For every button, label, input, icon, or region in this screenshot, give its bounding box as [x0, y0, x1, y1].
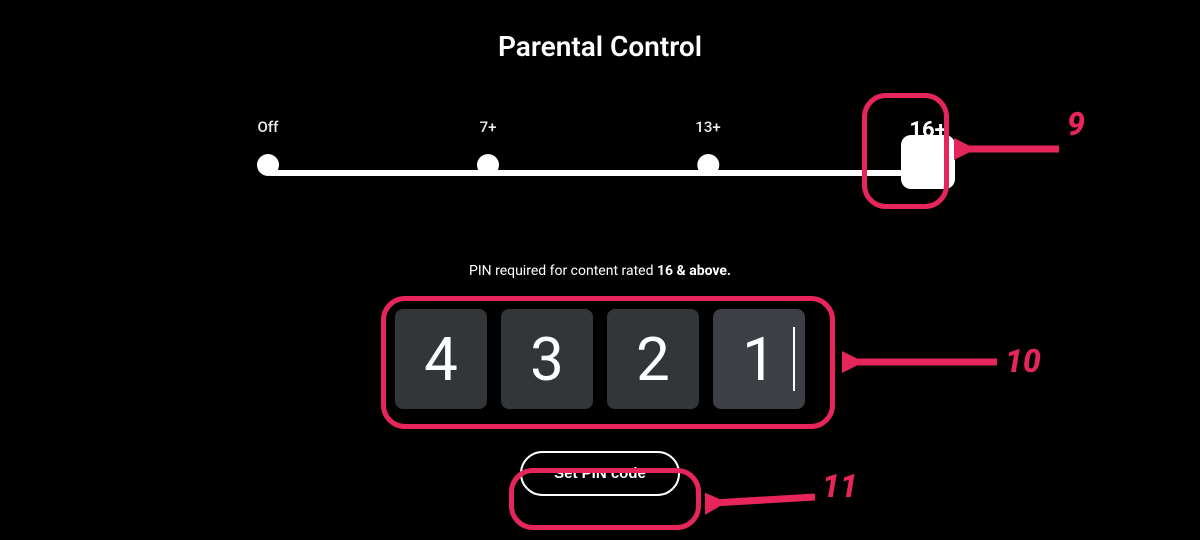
slider-label: 13+ [695, 118, 720, 136]
slider-dot [697, 154, 719, 176]
set-pin-button[interactable]: Set PIN code [520, 451, 680, 496]
pin-input-row[interactable]: 4 3 2 1 [395, 309, 805, 409]
pin-hint: PIN required for content rated 16 & abov… [469, 263, 731, 279]
hint-text: PIN required for content rated [469, 263, 657, 279]
slider-stop-13plus[interactable]: 13+ [695, 118, 720, 176]
slider-label: Off [257, 118, 279, 136]
slider-label: 7+ [477, 118, 499, 136]
slider-stop-off[interactable]: Off [257, 118, 279, 176]
pin-digit-3[interactable]: 2 [607, 309, 699, 409]
slider-knob[interactable] [901, 135, 955, 189]
slider-dot [477, 154, 499, 176]
slider-label: 16+ [901, 118, 955, 143]
slider-stop-16plus[interactable]: 16+ [901, 118, 955, 189]
page-title: Parental Control [498, 30, 702, 63]
pin-digit-4[interactable]: 1 [713, 309, 805, 409]
slider-stop-7plus[interactable]: 7+ [477, 118, 499, 176]
slider-track [268, 170, 932, 176]
hint-bold: 16 & above. [657, 263, 731, 279]
pin-digit-2[interactable]: 3 [501, 309, 593, 409]
pin-digit-1[interactable]: 4 [395, 309, 487, 409]
rating-slider[interactable]: Off 7+ 13+ 16+ [250, 118, 950, 208]
slider-dot [257, 154, 279, 176]
parental-control-panel: Parental Control Off 7+ 13+ 16+ PIN requ… [0, 0, 1200, 496]
